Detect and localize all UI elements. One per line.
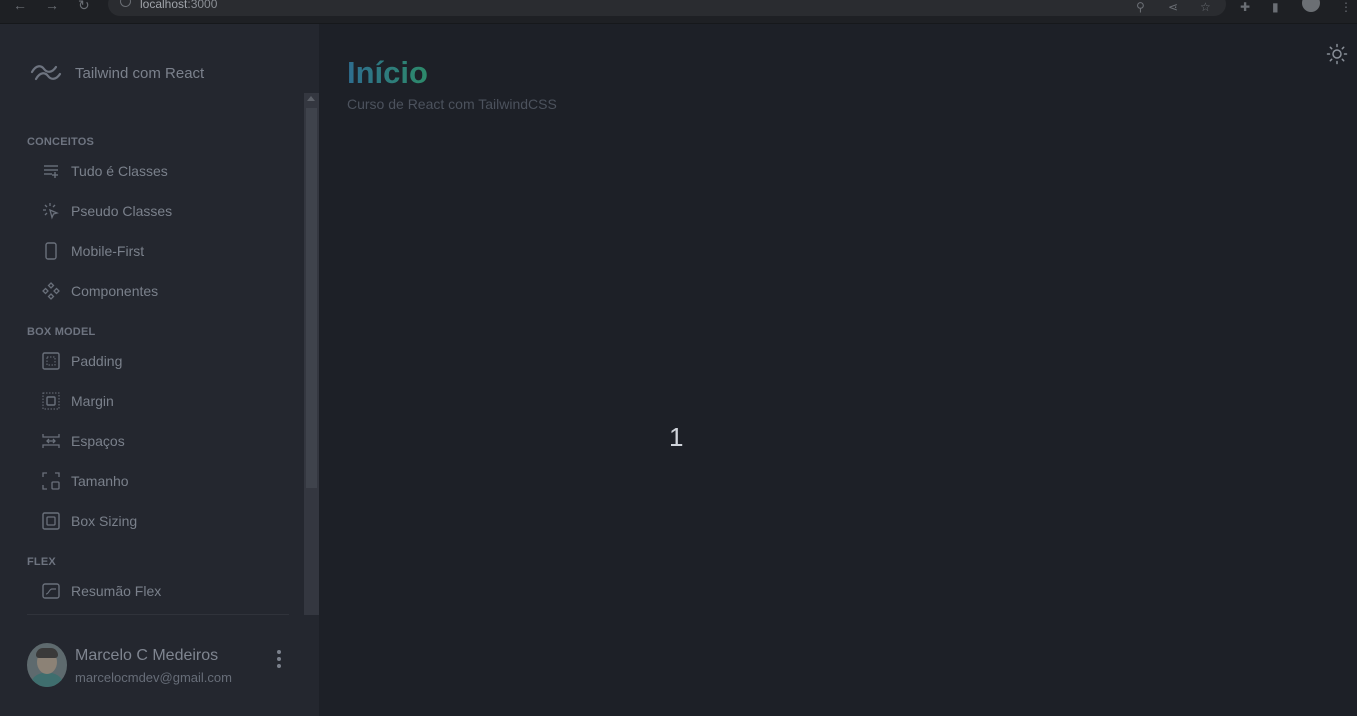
sidebar-item-componentes[interactable]: Componentes bbox=[40, 276, 290, 306]
more-options-icon[interactable] bbox=[272, 648, 286, 670]
browser-toolbar: ← → ↻ localhost:3000 ⚲ ⋖ ☆ ✚ ▮ ⋮ bbox=[0, 0, 1357, 24]
content-number: 1 bbox=[669, 422, 684, 452]
user-email: marcelocmdev@gmail.com bbox=[75, 670, 232, 685]
section-title-flex: FLEX bbox=[27, 556, 56, 568]
share-icon[interactable]: ⋖ bbox=[1168, 0, 1178, 14]
spacing-icon bbox=[40, 430, 62, 452]
sidebar-item-label: Pseudo Classes bbox=[71, 203, 173, 219]
browser-menu-icon[interactable]: ⋮ bbox=[1340, 0, 1352, 14]
sidebar-item-tudo-e-classes[interactable]: Tudo é Classes bbox=[40, 156, 290, 186]
bookmark-star-icon[interactable]: ☆ bbox=[1200, 0, 1211, 14]
page-subtitle: Curso de React com TailwindCSS bbox=[347, 96, 557, 112]
extensions-icon[interactable]: ✚ bbox=[1240, 0, 1250, 14]
sidebar-item-tamanho[interactable]: Tamanho bbox=[40, 466, 290, 496]
browser-profile-avatar[interactable] bbox=[1302, 0, 1320, 12]
sidebar-item-label: Box Sizing bbox=[71, 513, 138, 529]
flex-icon bbox=[40, 580, 62, 602]
tailwind-logo-icon bbox=[30, 65, 62, 81]
site-info-icon[interactable] bbox=[120, 0, 131, 7]
page-title: Início bbox=[347, 55, 428, 90]
sidebar-item-label: Componentes bbox=[71, 283, 159, 299]
list-icon bbox=[40, 160, 62, 182]
cursor-click-icon bbox=[40, 200, 62, 222]
back-arrow-icon[interactable]: ← bbox=[13, 0, 27, 14]
scroll-up-arrow-icon[interactable] bbox=[307, 96, 315, 101]
avatar[interactable] bbox=[27, 643, 67, 687]
sidebar-item-label: Margin bbox=[71, 393, 114, 409]
sidebar-item-label: Mobile-First bbox=[71, 243, 145, 259]
section-title-conceitos: CONCEITOS bbox=[27, 136, 94, 148]
side-panel-icon[interactable]: ▮ bbox=[1272, 0, 1279, 14]
margin-icon bbox=[40, 390, 62, 412]
sidebar-divider bbox=[27, 614, 289, 615]
sidebar-item-box-sizing[interactable]: Box Sizing bbox=[40, 506, 290, 536]
size-icon bbox=[40, 470, 62, 492]
main-content: Início Curso de React com TailwindCSS 1 bbox=[319, 24, 1357, 716]
components-icon bbox=[40, 280, 62, 302]
reload-icon[interactable]: ↻ bbox=[78, 0, 90, 14]
sidebar: Tailwind com React CONCEITOS Tudo é Clas… bbox=[0, 24, 319, 716]
sidebar-item-mobile-first[interactable]: Mobile-First bbox=[40, 236, 290, 266]
padding-icon bbox=[40, 350, 62, 372]
user-name: Marcelo C Medeiros bbox=[75, 647, 219, 664]
box-sizing-icon bbox=[40, 510, 62, 532]
brand[interactable]: Tailwind com React bbox=[30, 62, 204, 84]
sidebar-item-padding[interactable]: Padding bbox=[40, 346, 290, 376]
address-bar[interactable]: localhost:3000 bbox=[108, 0, 1226, 16]
sidebar-item-label: Espaços bbox=[71, 433, 125, 449]
url-text: localhost:3000 bbox=[140, 0, 218, 11]
sidebar-item-pseudo-classes[interactable]: Pseudo Classes bbox=[40, 196, 290, 226]
phone-icon bbox=[40, 240, 62, 262]
forward-arrow-icon[interactable]: → bbox=[45, 0, 59, 14]
section-title-box-model: BOX MODEL bbox=[27, 326, 96, 338]
sidebar-item-espacos[interactable]: Espaços bbox=[40, 426, 290, 456]
sidebar-item-label: Tudo é Classes bbox=[71, 163, 168, 179]
sidebar-item-label: Padding bbox=[71, 353, 123, 369]
zoom-search-icon[interactable]: ⚲ bbox=[1136, 0, 1145, 14]
sidebar-item-label: Resumão Flex bbox=[71, 583, 162, 599]
sidebar-item-resumao-flex[interactable]: Resumão Flex bbox=[40, 576, 290, 606]
brand-name: Tailwind com React bbox=[75, 64, 205, 82]
sidebar-scrollbar-thumb[interactable] bbox=[306, 108, 317, 488]
sidebar-item-margin[interactable]: Margin bbox=[40, 386, 290, 416]
sidebar-item-label: Tamanho bbox=[71, 473, 129, 489]
theme-toggle-sun-icon[interactable] bbox=[1325, 42, 1349, 66]
